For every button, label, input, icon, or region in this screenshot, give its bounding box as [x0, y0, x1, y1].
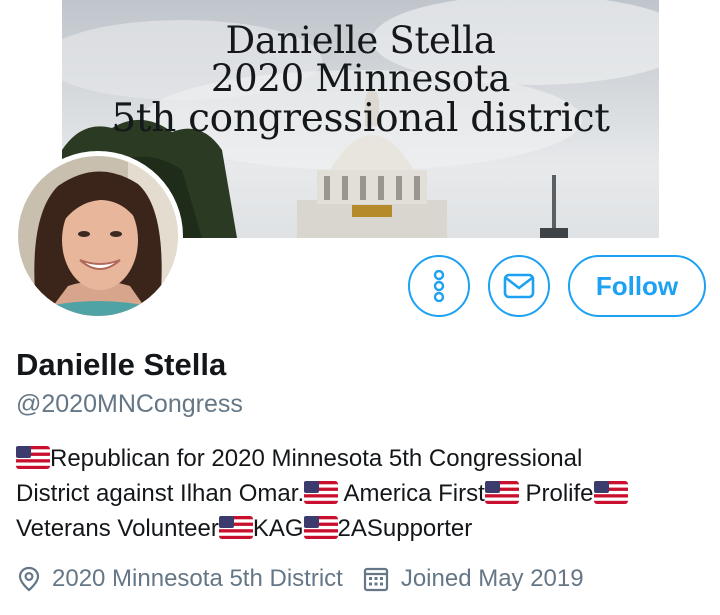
profile-meta: 2020 Minnesota 5th District Joined May 2…	[18, 562, 584, 596]
follow-button[interactable]: Follow	[568, 255, 706, 317]
envelope-icon	[503, 273, 535, 299]
bio-line-2: District against Ilhan Omar. America Fir…	[16, 476, 706, 511]
avatar-photo	[18, 156, 178, 316]
banner-line-1: Danielle Stella	[225, 19, 496, 62]
more-options-button[interactable]	[408, 255, 470, 317]
us-flag-icon	[304, 481, 339, 504]
banner-caption: Danielle Stella 2020 Minnesota 5th congr…	[62, 19, 659, 141]
joined-date-text: Joined May 2019	[400, 565, 584, 592]
banner-line-3: 5th congressional district	[111, 95, 610, 141]
us-flag-icon	[303, 516, 338, 539]
location-text: 2020 Minnesota 5th District	[52, 565, 343, 592]
us-flag-icon	[593, 481, 628, 504]
location-pin-icon	[18, 566, 40, 592]
more-vertical-icon	[433, 270, 445, 302]
banner-line-2: 2020 Minnesota	[210, 57, 511, 101]
display-name: Danielle Stella	[16, 347, 227, 382]
us-flag-icon	[16, 446, 50, 469]
bio-text-2b: America First	[338, 480, 485, 507]
us-flag-icon	[218, 516, 253, 539]
bio-text-1: Republican for 2020 Minnesota 5th Congre…	[50, 445, 583, 472]
profile-bio: Republican for 2020 Minnesota 5th Congre…	[16, 441, 706, 546]
bio-text-3a: Veterans Volunteer	[16, 515, 219, 542]
bio-text-3b: KAG	[252, 515, 304, 542]
us-flag-icon	[484, 481, 519, 504]
message-button[interactable]	[488, 255, 550, 317]
calendar-icon	[363, 566, 389, 592]
avatar[interactable]	[13, 151, 183, 321]
bio-text-2c: Prolife	[518, 480, 594, 507]
bio-text-3c: 2ASupporter	[337, 515, 473, 542]
bio-line-3: Veterans Volunteer KAG 2ASupporter	[16, 511, 706, 546]
bio-text-2a: District against Ilhan Omar.	[16, 480, 305, 507]
bio-line-1: Republican for 2020 Minnesota 5th Congre…	[16, 441, 706, 476]
user-handle: @2020MNCongress	[16, 390, 243, 418]
